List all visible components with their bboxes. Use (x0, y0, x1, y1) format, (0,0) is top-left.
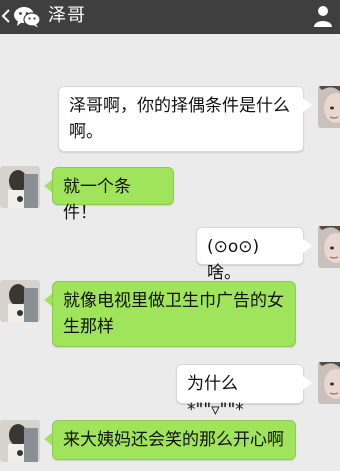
person-icon[interactable] (312, 3, 334, 27)
message-text: 来大姨妈还会笑的那么开心啊 (63, 430, 284, 450)
message-bubble-received: 来大姨妈还会笑的那么开心啊 (52, 420, 296, 460)
avatar-contact[interactable] (0, 166, 40, 208)
chat-area: 泽哥啊，你的择偶条件是什么啊。 就一个条件！ (⊙o⊙)啥。 就像电视里做卫生巾… (0, 34, 340, 471)
message-bubble-received: 就一个条件！ (52, 167, 174, 223)
bubble-tail (303, 98, 312, 112)
chat-header: 泽哥 (0, 0, 340, 34)
message-bubble-sent: 泽哥啊，你的择偶条件是什么啊。 (58, 86, 304, 152)
message-text: 为什么*""▿""* (187, 374, 244, 420)
message-bubble-sent: 为什么*""▿""* (176, 364, 304, 420)
avatar-self[interactable] (318, 362, 340, 404)
avatar-contact[interactable] (0, 280, 40, 322)
message-text: 就一个条件！ (63, 177, 131, 223)
message-text: 泽哥啊，你的择偶条件是什么啊。 (69, 96, 290, 142)
message-text: (⊙o⊙)啥。 (207, 237, 260, 283)
avatar-self[interactable] (318, 226, 340, 268)
bubble-tail (303, 239, 312, 253)
contact-name: 泽哥 (48, 5, 86, 26)
chevron-left-icon[interactable] (0, 7, 12, 25)
bubble-tail (303, 376, 312, 390)
avatar-contact[interactable] (0, 420, 40, 462)
message-bubble-sent: (⊙o⊙)啥。 (196, 227, 304, 283)
wechat-logo-icon (14, 7, 41, 28)
message-bubble-received: 就像电视里做卫生巾广告的女生那样 (52, 281, 296, 347)
message-text: 就像电视里做卫生巾广告的女生那样 (63, 291, 284, 337)
avatar-self[interactable] (318, 86, 340, 128)
